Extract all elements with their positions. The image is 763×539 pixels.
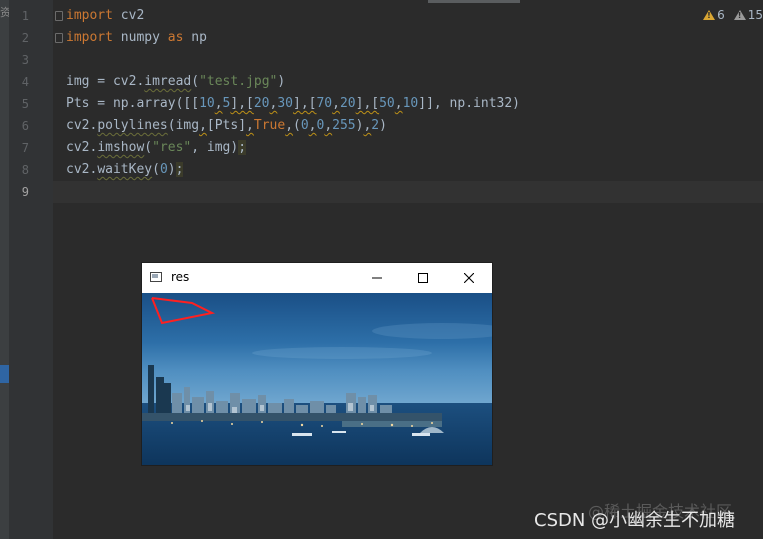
number-literal: 255 [332, 118, 356, 133]
number-literal: 20 [339, 96, 356, 111]
line-number: 4 [21, 75, 29, 89]
tool-window-label[interactable]: 资 [0, 4, 9, 20]
inspection-widget[interactable]: ! 6 ! 15 [703, 8, 763, 22]
code-token: cv2. [66, 118, 98, 133]
opencv-image-window[interactable]: res [142, 263, 492, 465]
comma-warning: , [214, 96, 223, 111]
keyword: as [167, 30, 184, 45]
line-number: 1 [21, 9, 29, 23]
code-editor[interactable]: import cv2 import numpy as np img = cv2.… [66, 5, 520, 203]
code-token: (img [167, 118, 200, 133]
fold-toggle-icon[interactable] [55, 33, 63, 43]
number-literal: 10 [199, 96, 215, 111]
csdn-watermark: CSDN @小幽余生不加糖 [534, 510, 736, 531]
fold-toggle-icon[interactable] [55, 11, 63, 21]
code-token: ( [293, 118, 301, 133]
code-token: img = cv2. [66, 74, 145, 89]
line-number: 8 [21, 163, 29, 177]
function-call: imread [144, 74, 192, 89]
tool-window-strip: 资 [0, 0, 9, 539]
semicolon-warning: ; [175, 162, 184, 177]
string-literal: "res" [152, 140, 192, 155]
semicolon-warning: ; [238, 140, 247, 155]
line-number: 6 [21, 119, 29, 133]
minimize-button[interactable] [354, 263, 400, 293]
code-token: cv2 [112, 8, 145, 23]
code-token: cv2. [66, 140, 98, 155]
code-token: ( [191, 74, 200, 89]
code-token: ) [379, 118, 387, 133]
image-canvas [142, 293, 492, 465]
keyword: import [66, 30, 113, 45]
line-number: 9 [21, 185, 29, 199]
comma-warning: , [285, 118, 294, 133]
comma-warning: ],[ [230, 96, 254, 111]
function-call: waitKey [97, 162, 153, 177]
comma-warning: , [246, 118, 254, 133]
tool-window-active-marker [0, 365, 9, 383]
number-literal: 50 [379, 96, 395, 111]
code-line-4: img = cv2.imread("test.jpg") [66, 71, 520, 93]
minimize-icon [372, 277, 382, 279]
code-token: numpy [112, 30, 168, 45]
horizontal-scrollbar[interactable] [428, 0, 520, 3]
code-token: np [183, 30, 207, 45]
code-token: ]], np.int32) [418, 96, 520, 111]
code-token: ) [167, 162, 176, 177]
code-line-5: Pts = np.array([[10,5],[20,30],[70,20],[… [66, 93, 520, 115]
code-token: cv2. [66, 162, 98, 177]
code-token: ) [277, 74, 286, 89]
window-title: res [171, 270, 190, 284]
code-line-1: import cv2 [66, 5, 520, 27]
code-line-2: import numpy as np [66, 27, 520, 49]
code-line-7: cv2.imshow("res", img); [66, 137, 520, 159]
code-line-8: cv2.waitKey(0); [66, 159, 520, 181]
code-token: , img) [191, 140, 239, 155]
keyword: True [253, 118, 286, 133]
number-literal: 10 [402, 96, 419, 111]
weak-warning-triangle-icon: ! [733, 10, 746, 20]
number-literal: 0 [159, 162, 168, 177]
comma-warning: , [324, 118, 333, 133]
line-number: 5 [21, 97, 29, 111]
comma-warning: , [308, 118, 317, 133]
maximize-icon [418, 273, 428, 283]
city-skyline-image [142, 293, 492, 465]
number-literal: 0 [300, 118, 309, 133]
line-number-gutter: 1 2 3 4 5 6 7 8 9 [9, 0, 53, 539]
window-app-icon [150, 272, 162, 282]
weak-warnings-count: 15 [747, 8, 763, 22]
weak-warnings-indicator[interactable]: ! 15 [733, 8, 763, 22]
comma-warning: ],[ [355, 96, 380, 111]
line-number: 2 [21, 31, 29, 45]
warnings-count: 6 [717, 8, 725, 22]
close-button[interactable] [446, 263, 492, 293]
line-number: 7 [21, 141, 29, 155]
maximize-button[interactable] [400, 263, 446, 293]
close-icon [464, 273, 474, 283]
code-token: ( [152, 162, 160, 177]
number-literal: 2 [371, 118, 380, 133]
string-literal: "test.jpg" [199, 74, 278, 89]
function-call: polylines [97, 118, 168, 133]
comma-warning: , [332, 96, 340, 111]
comma-warning: , [199, 118, 207, 133]
number-literal: 20 [253, 96, 270, 111]
comma-warning: , [394, 96, 403, 111]
number-literal: 30 [277, 96, 293, 111]
code-line-6: cv2.polylines(img,[Pts],True,(0,0,255),2… [66, 115, 520, 137]
code-token: ( [144, 140, 153, 155]
keyword: import [66, 8, 113, 23]
code-token: Pts = np.array([[ [66, 96, 200, 111]
code-token: [Pts] [206, 118, 247, 133]
warnings-indicator[interactable]: ! 6 [703, 8, 725, 22]
function-call: imshow [97, 140, 145, 155]
window-titlebar[interactable]: res [142, 263, 492, 293]
warning-triangle-icon: ! [703, 10, 716, 20]
number-literal: 70 [316, 96, 333, 111]
comma-warning: ],[ [293, 96, 317, 111]
line-number: 3 [21, 53, 29, 67]
